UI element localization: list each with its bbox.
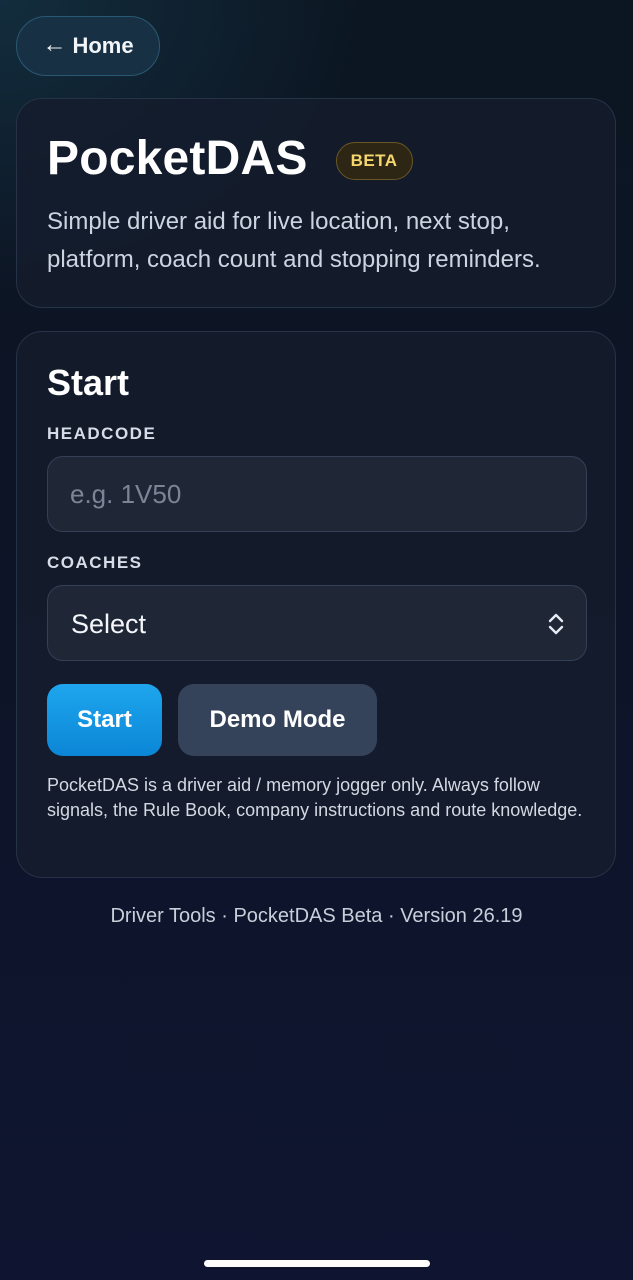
headcode-field — [47, 456, 587, 532]
coaches-label: COACHES — [47, 553, 143, 572]
hero-card: PocketDAS BETA Simple driver aid for liv… — [16, 98, 616, 308]
headcode-input[interactable] — [48, 457, 586, 531]
home-button-label: Home — [72, 33, 134, 58]
headcode-label: HEADCODE — [47, 424, 157, 443]
start-card: Start HEADCODE COACHES Select Start Demo… — [16, 331, 616, 878]
arrow-left-icon: ← — [42, 31, 67, 58]
home-indicator[interactable] — [204, 1260, 430, 1267]
start-button[interactable]: Start — [47, 684, 162, 756]
coaches-select-value: Select — [71, 609, 147, 639]
app-title: PocketDAS — [47, 132, 308, 185]
footer-version: Driver Tools · PocketDAS Beta · Version … — [110, 905, 523, 927]
start-section-title: Start — [47, 362, 130, 403]
title-row: PocketDAS BETA — [47, 131, 413, 187]
app-subtitle: Simple driver aid for live location, nex… — [47, 208, 541, 273]
coaches-select[interactable]: Select — [47, 585, 587, 661]
beta-badge: BETA — [335, 142, 413, 180]
disclaimer-text: PocketDAS is a driver aid / memory jogge… — [47, 775, 583, 820]
home-button[interactable]: ← Home — [16, 16, 160, 76]
demo-mode-button[interactable]: Demo Mode — [178, 684, 377, 756]
chevron-up-down-icon — [548, 613, 564, 635]
